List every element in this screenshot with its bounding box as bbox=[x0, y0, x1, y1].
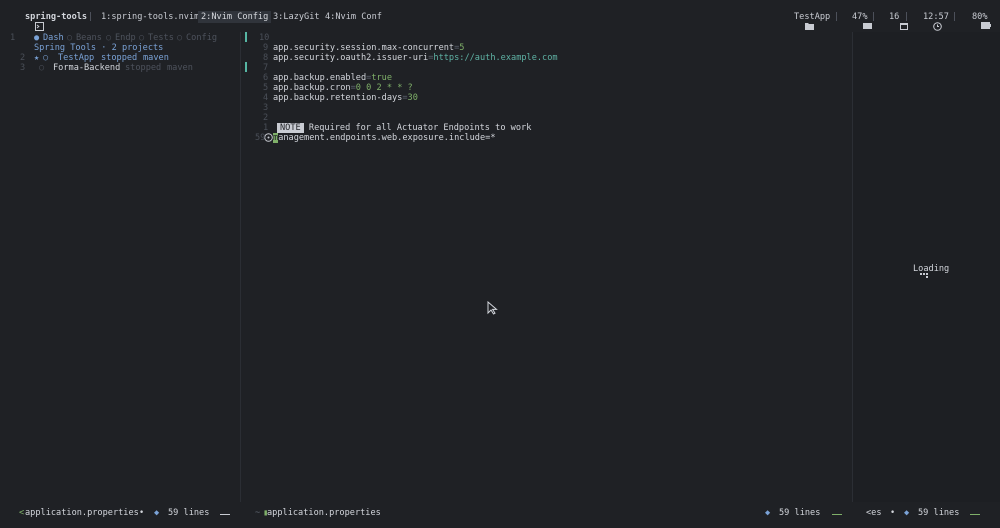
line-number: 3 bbox=[20, 63, 26, 73]
tab-dot-icon: ○ bbox=[139, 33, 145, 43]
tab-beans[interactable]: Beans bbox=[76, 33, 102, 43]
line-number: 1 bbox=[10, 33, 16, 43]
filetype-icon: ◆ bbox=[904, 508, 910, 518]
line-number: 2 bbox=[263, 113, 269, 123]
project-name: Forma-Backend bbox=[53, 63, 121, 73]
git-change-sign bbox=[245, 32, 247, 42]
project-name: TestApp bbox=[794, 12, 831, 22]
statusline-line-count: 59 lines bbox=[779, 508, 821, 518]
statusline-underline bbox=[970, 508, 980, 518]
statusline: < application.properties • ◆ 59 lines ~ … bbox=[0, 504, 1000, 528]
tab-endp[interactable]: Endp bbox=[115, 33, 136, 43]
tmux-window-3[interactable]: 3:LazyGit bbox=[273, 12, 320, 22]
statusline-line-count: 59 lines bbox=[168, 508, 210, 518]
modified-dot-icon: • bbox=[890, 508, 896, 518]
project-status: stopped bbox=[101, 53, 138, 63]
line-number: 4 bbox=[263, 93, 269, 103]
line-number: 9 bbox=[263, 43, 269, 53]
line-number: 10 bbox=[259, 33, 270, 43]
separator: ~ bbox=[255, 508, 261, 518]
side-panel[interactable]: Loading bbox=[853, 32, 1000, 502]
statusline-filename: application.properties bbox=[267, 508, 381, 518]
line-number: 8 bbox=[263, 53, 269, 63]
editor-pane[interactable]: 10 9 app.security.session.max-concurrent… bbox=[241, 32, 853, 502]
line-number: 2 bbox=[20, 53, 26, 63]
mode-indicator: < bbox=[19, 508, 25, 518]
battery-level: 80% bbox=[972, 12, 988, 22]
dashboard-header: Spring Tools · 2 projects bbox=[34, 43, 164, 53]
statusline-filename: <es bbox=[866, 508, 882, 518]
statusline-underline bbox=[832, 508, 842, 518]
tmux-status-bar: spring-tools | 1:spring-tools.nvim 2:Nvi… bbox=[0, 0, 1000, 32]
project-name: TestApp bbox=[58, 53, 95, 63]
property-key: app.backup.enabled=true bbox=[273, 73, 393, 83]
tab-active-dot-icon: ● bbox=[34, 33, 40, 43]
property-key: app.security.session.max-concurrent=5 bbox=[273, 43, 465, 53]
project-build: maven bbox=[167, 63, 193, 73]
property-key: app.security.oauth2.issuer-uri=https://a… bbox=[273, 53, 558, 63]
project-build: maven bbox=[143, 53, 169, 63]
current-line-number: 59 bbox=[255, 133, 266, 143]
property-key: app.backup.retention-days=30 bbox=[273, 93, 418, 103]
modified-dot-icon: • bbox=[139, 508, 145, 518]
tab-dash[interactable]: Dash bbox=[43, 33, 64, 43]
tab-dot-icon: ○ bbox=[177, 33, 183, 43]
status-circle-icon: ○ bbox=[43, 53, 49, 63]
project-status: stopped bbox=[125, 63, 162, 73]
line-number: 6 bbox=[263, 73, 269, 83]
tab-config[interactable]: Config bbox=[186, 33, 217, 43]
date: 16 bbox=[889, 12, 900, 22]
line-number: 5 bbox=[263, 83, 269, 93]
tab-dot-icon: ○ bbox=[67, 33, 73, 43]
line-number: 7 bbox=[263, 63, 269, 73]
git-change-sign bbox=[245, 62, 247, 72]
line-number: 1 bbox=[263, 123, 269, 133]
line-number: 3 bbox=[263, 103, 269, 113]
statusline-filename: application.properties bbox=[25, 508, 139, 518]
star-icon: ★ bbox=[34, 53, 40, 63]
tab-tests[interactable]: Tests bbox=[148, 33, 174, 43]
status-circle-icon: ○ bbox=[39, 63, 45, 73]
note-comment: NOTE Required for all Actuator Endpoints… bbox=[277, 123, 531, 133]
tmux-window-4[interactable]: 4:Nvim Conf bbox=[325, 12, 382, 22]
session-name: spring-tools bbox=[25, 12, 88, 22]
clock-time: 12:57 bbox=[923, 12, 949, 22]
loading-text: Loading bbox=[913, 264, 950, 274]
statusline-underline bbox=[220, 508, 230, 518]
filetype-icon: ◆ bbox=[765, 508, 771, 518]
note-badge: NOTE bbox=[277, 123, 304, 133]
cpu-usage: 47% bbox=[852, 12, 868, 22]
filetype-icon: ◆ bbox=[154, 508, 160, 518]
property-key: app.backup.cron=0 0 2 * * ? bbox=[273, 83, 413, 93]
mouse-pointer-icon bbox=[466, 291, 498, 328]
tmux-window-2[interactable]: 2:Nvim Config bbox=[198, 11, 272, 23]
current-line-text[interactable]: management.endpoints.web.exposure.includ… bbox=[273, 133, 496, 143]
spring-dashboard-pane[interactable]: 1 2 3 ● Dash ○ Beans ○ Endp ○ Tests ○ Co… bbox=[0, 32, 240, 502]
tab-dot-icon: ○ bbox=[106, 33, 112, 43]
separator: | bbox=[88, 12, 94, 22]
statusline-line-count: 59 lines bbox=[918, 508, 960, 518]
tmux-window-1[interactable]: 1:spring-tools.nvim bbox=[101, 12, 199, 22]
